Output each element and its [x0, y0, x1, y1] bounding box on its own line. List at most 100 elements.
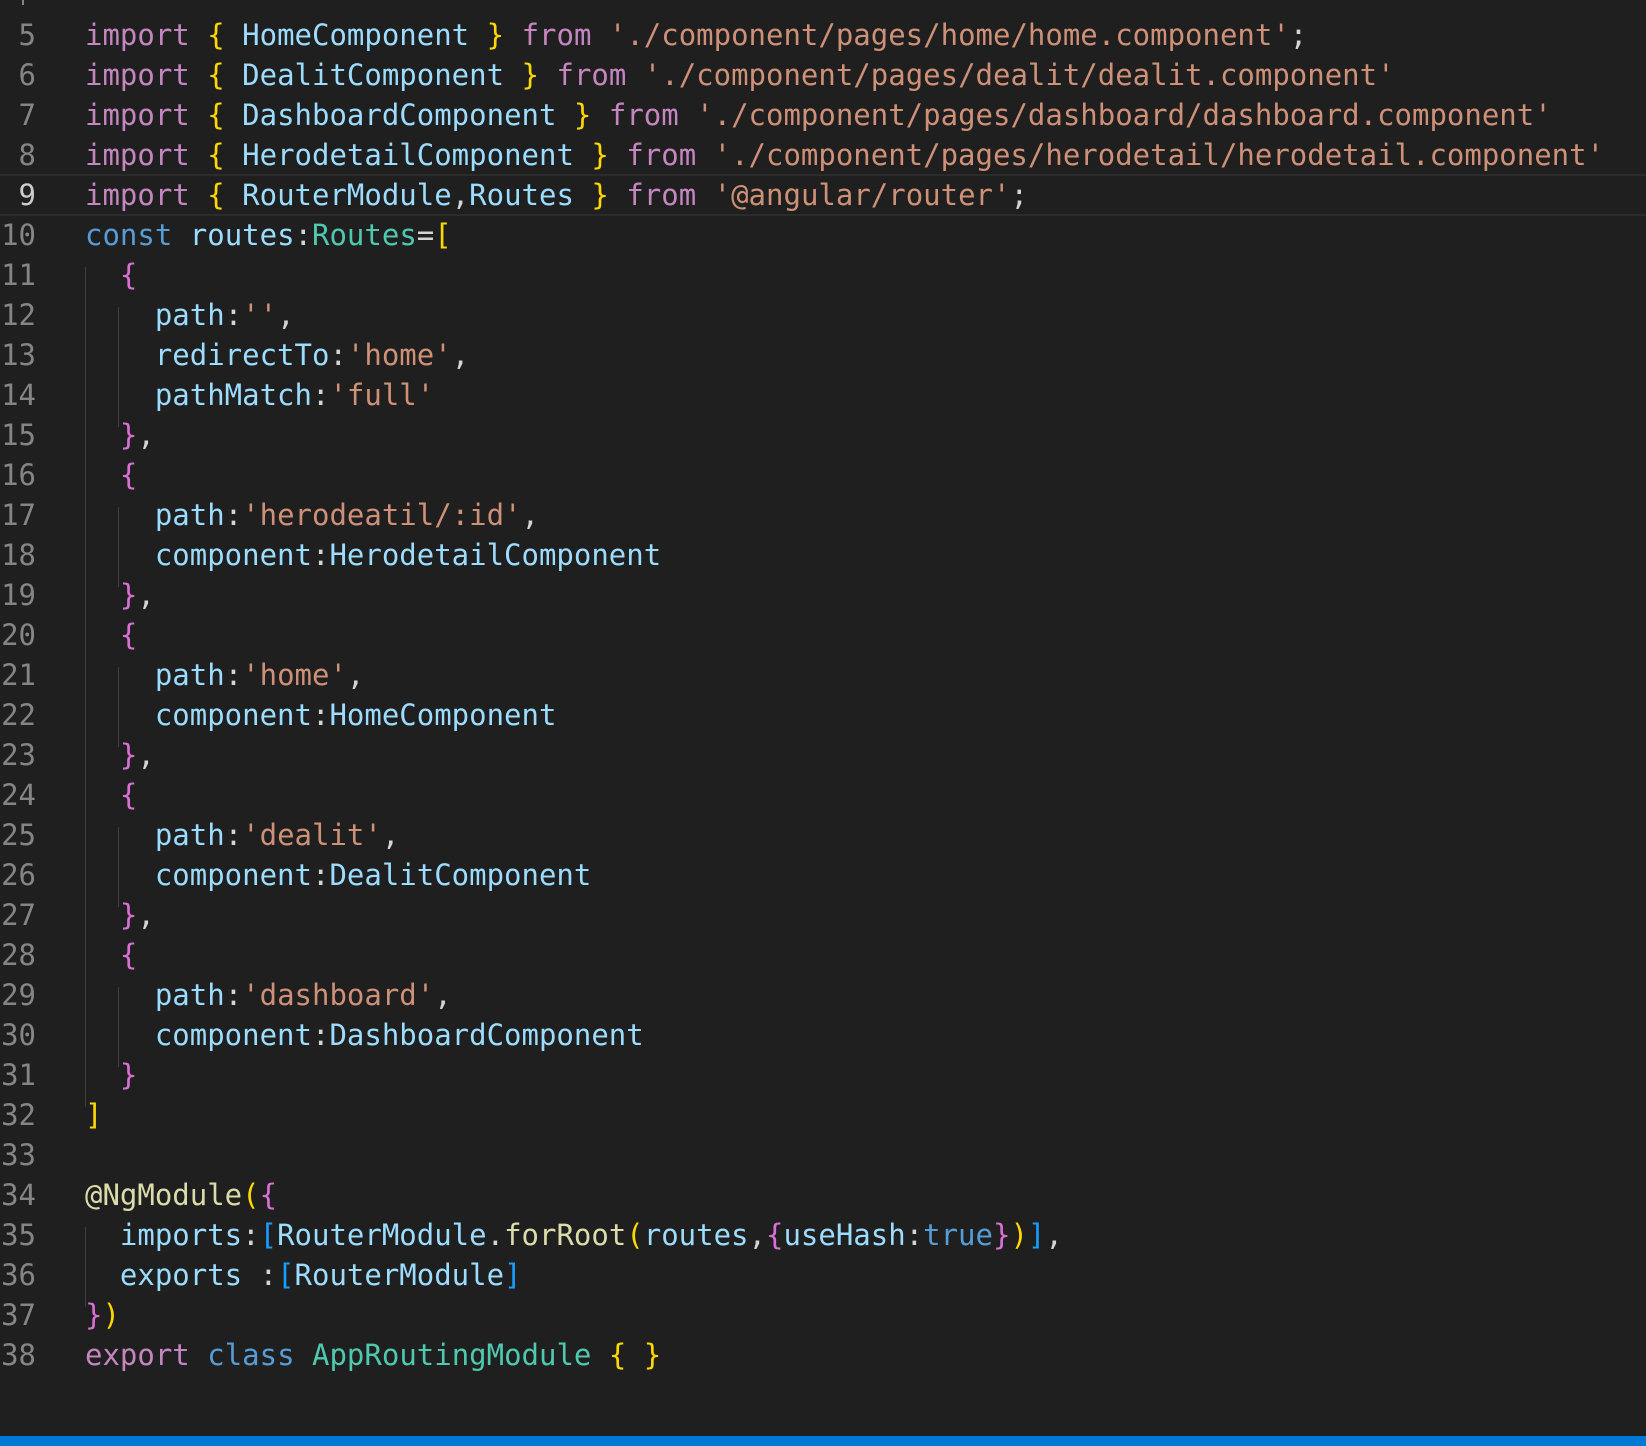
code-token: {: [207, 58, 225, 92]
code-text[interactable]: import { HerodetailComponent } from './c…: [85, 134, 1604, 176]
code-text[interactable]: component:HerodetailComponent: [85, 534, 661, 576]
code-token: AppRoutingModule: [312, 1338, 592, 1372]
code-token: from: [626, 178, 697, 212]
code-line[interactable]: 32]: [0, 1094, 1646, 1136]
code-line[interactable]: 18 component:HerodetailComponent: [0, 534, 1646, 576]
code-editor[interactable]: 5 import { HomeComponent } from './compon…: [0, 0, 1646, 1446]
code-text[interactable]: const routes:Routes=[: [85, 214, 452, 256]
code-token: {: [207, 18, 225, 52]
code-line[interactable]: 13 redirectTo:'home',: [0, 334, 1646, 376]
code-text[interactable]: export class AppRoutingModule { }: [85, 1334, 661, 1376]
code-token: imports: [119, 1218, 243, 1252]
code-text[interactable]: component:HomeComponent: [85, 694, 557, 736]
code-line[interactable]: 10 const routes:Routes=[: [0, 214, 1646, 256]
code-text[interactable]: redirectTo:'home',: [85, 334, 469, 376]
code-line[interactable]: 15 },: [0, 414, 1646, 456]
code-text[interactable]: imports:[RouterModule.forRoot(routes,{us…: [85, 1214, 1063, 1256]
line-number: 20: [1, 618, 36, 652]
code-token: :: [224, 498, 243, 532]
code-line[interactable]: 26 component:DealitComponent: [0, 854, 1646, 896]
code-text[interactable]: import { HomeComponent } from './compone…: [85, 14, 1307, 56]
code-token: DashboardComponent: [329, 1018, 644, 1052]
code-line[interactable]: 22 component:HomeComponent: [0, 694, 1646, 736]
code-text[interactable]: @NgModule({: [85, 1174, 277, 1216]
code-line[interactable]: 8 import { HerodetailComponent } from './…: [0, 134, 1646, 176]
code-text[interactable]: import { RouterModule,Routes } from '@an…: [85, 174, 1028, 216]
code-token: ): [102, 1298, 120, 1332]
code-text[interactable]: exports :[RouterModule]: [85, 1254, 522, 1296]
code-text[interactable]: },: [85, 894, 155, 936]
line-number: 11: [1, 258, 36, 292]
code-line[interactable]: 9 import { RouterModule,Routes } from '@a…: [0, 174, 1646, 216]
code-text[interactable]: {: [85, 454, 137, 496]
code-text[interactable]: component:DashboardComponent: [85, 1014, 644, 1056]
code-text[interactable]: path:'herodeatil/:id',: [85, 494, 539, 536]
code-token: :: [242, 1258, 278, 1292]
code-text[interactable]: path:'dealit',: [85, 814, 399, 856]
code-text[interactable]: {: [85, 254, 137, 296]
code-token: import: [85, 138, 190, 172]
code-token: const: [85, 218, 173, 252]
code-line[interactable]: 11 {: [0, 254, 1646, 296]
code-line[interactable]: 31 }: [0, 1054, 1646, 1096]
code-line[interactable]: 30 component:DashboardComponent: [0, 1014, 1646, 1056]
code-line[interactable]: 12 path:'',: [0, 294, 1646, 336]
code-text[interactable]: ]: [85, 1094, 102, 1136]
code-line[interactable]: 25 path:'dealit',: [0, 814, 1646, 856]
code-line[interactable]: 38 export class AppRoutingModule { }: [0, 1334, 1646, 1376]
code-line[interactable]: 23 },: [0, 734, 1646, 776]
code-text[interactable]: {: [85, 774, 137, 816]
code-token: RouterModule: [277, 1218, 487, 1252]
code-line[interactable]: 6 import { DealitComponent } from './comp…: [0, 54, 1646, 96]
code-token: 'full': [329, 378, 435, 412]
code-line[interactable]: 21 path:'home',: [0, 654, 1646, 696]
code-token: :: [311, 858, 330, 892]
code-line[interactable]: 5 import { HomeComponent } from './compon…: [0, 14, 1646, 56]
code-text[interactable]: },: [85, 574, 155, 616]
code-text[interactable]: path:'',: [85, 294, 295, 336]
code-token: ,: [451, 178, 470, 212]
code-token: }: [119, 738, 138, 772]
code-text[interactable]: component:DealitComponent: [85, 854, 592, 896]
code-line[interactable]: 7 import { DashboardComponent } from './c…: [0, 94, 1646, 136]
code-text[interactable]: import { DealitComponent } from './compo…: [85, 54, 1395, 96]
code-text[interactable]: import { DashboardComponent } from './co…: [85, 94, 1552, 136]
code-text[interactable]: pathMatch:'full': [85, 374, 434, 416]
code-text[interactable]: path:'home',: [85, 654, 365, 696]
code-text[interactable]: },: [85, 414, 155, 456]
code-text[interactable]: {: [85, 934, 137, 976]
code-token: :: [311, 698, 330, 732]
code-text[interactable]: }): [85, 1294, 120, 1336]
code-line[interactable]: 19 },: [0, 574, 1646, 616]
line-number: 38: [1, 1338, 36, 1372]
code-line[interactable]: 33: [0, 1134, 1646, 1176]
code-text[interactable]: }: [85, 1054, 137, 1096]
line-number: 6: [18, 58, 36, 92]
code-line[interactable]: 17 path:'herodeatil/:id',: [0, 494, 1646, 536]
code-token: :: [224, 978, 243, 1012]
indent-guide-route-2: [118, 507, 119, 587]
code-line[interactable]: 35 imports:[RouterModule.forRoot(routes,…: [0, 1214, 1646, 1256]
code-text[interactable]: },: [85, 734, 155, 776]
code-text[interactable]: {: [85, 614, 137, 656]
code-line[interactable]: 34 @NgModule({: [0, 1174, 1646, 1216]
code-line[interactable]: 28 {: [0, 934, 1646, 976]
code-line[interactable]: 37}): [0, 1294, 1646, 1336]
code-line[interactable]: 14 pathMatch:'full': [0, 374, 1646, 416]
code-text[interactable]: path:'dashboard',: [85, 974, 452, 1016]
code-line[interactable]: 24 {: [0, 774, 1646, 816]
code-line[interactable]: 16 {: [0, 454, 1646, 496]
code-line[interactable]: 36 exports :[RouterModule]: [0, 1254, 1646, 1296]
code-line[interactable]: 27 },: [0, 894, 1646, 936]
code-token: 'home': [242, 658, 347, 692]
indent-guide-route-1: [118, 307, 119, 427]
code-line[interactable]: 29 path:'dashboard',: [0, 974, 1646, 1016]
code-line[interactable]: 20 {: [0, 614, 1646, 656]
